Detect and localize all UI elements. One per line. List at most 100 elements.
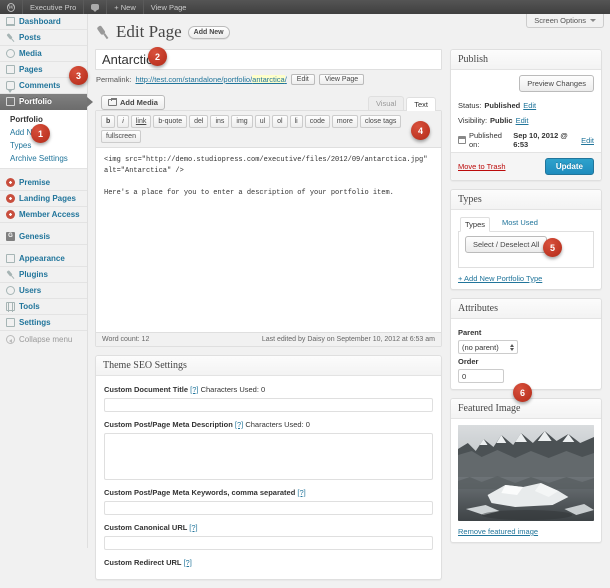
visibility-label: Visibility: [458, 116, 488, 125]
sidebar-subitem-types[interactable]: Types [10, 139, 87, 152]
secondary-column: Publish Preview Changes Status: Publishe… [450, 49, 602, 588]
toolbar-ul-button[interactable]: ul [254, 115, 271, 128]
toolbar-more-button[interactable]: more [331, 115, 358, 128]
remove-featured-image-link[interactable]: Remove featured image [458, 527, 538, 536]
tab-text[interactable]: Text [406, 97, 436, 111]
annotation-badge-2: 2 [148, 47, 167, 66]
move-to-trash-link[interactable]: Move to Trash [458, 162, 506, 171]
sidebar-item-member-access[interactable]: Member Access [0, 207, 87, 223]
view-page-label: View Page [150, 2, 187, 12]
tab-types[interactable]: Types [460, 217, 491, 232]
seo-fields: Custom Document Title [?] Characters Use… [96, 376, 441, 579]
seo-label: Custom Post/Page Meta Keywords, comma se… [104, 488, 433, 497]
editor-footer: Word count: 12 Last edited by Daisy on S… [96, 332, 441, 346]
sidebar-item-premise[interactable]: Premise [0, 175, 87, 191]
visibility-edit-link[interactable]: Edit [516, 116, 529, 125]
comments-button[interactable] [84, 0, 106, 14]
sidebar-item-settings[interactable]: Settings [0, 315, 87, 331]
premise-icon [6, 178, 15, 187]
collapse-menu-button[interactable]: Collapse menu [0, 331, 87, 348]
visibility-value: Public [490, 116, 513, 125]
new-content-menu[interactable]: + New [107, 0, 142, 14]
sidebar-subitem-portfolio[interactable]: Portfolio [10, 113, 87, 126]
publish-visibility-row: Visibility: Public Edit [451, 113, 601, 128]
add-media-button[interactable]: Add Media [101, 95, 165, 110]
sidebar-item-appearance[interactable]: Appearance [0, 251, 87, 267]
publish-actions: Move to Trash Update [451, 152, 601, 180]
sidebar-item-dashboard[interactable]: Dashboard [0, 14, 87, 30]
seo-field-meta-description: Custom Post/Page Meta Description [?] Ch… [96, 412, 441, 480]
seo-document-title-input[interactable] [104, 398, 433, 412]
toolbar-del-button[interactable]: del [189, 115, 209, 128]
add-new-portfolio-type-link[interactable]: + Add New Portfolio Type [458, 274, 542, 283]
genesis-icon: G [6, 232, 15, 241]
attributes-body: Parent (no parent) Order 0 [451, 319, 601, 389]
seo-meta-keywords-input[interactable] [104, 501, 433, 515]
sidebar-item-landing-pages[interactable]: Landing Pages [0, 191, 87, 207]
update-button[interactable]: Update [544, 158, 594, 175]
view-page-link[interactable]: View Page [144, 0, 194, 14]
comment-icon [6, 81, 15, 93]
sidebar-item-users[interactable]: Users [0, 283, 87, 299]
help-icon[interactable]: [?] [190, 385, 198, 394]
wordpress-logo-button[interactable]: W [0, 0, 22, 14]
toolbar-italic-button[interactable]: i [117, 115, 129, 128]
seo-label: Custom Document Title [?] Characters Use… [104, 385, 433, 394]
published-on-edit-link[interactable]: Edit [581, 136, 594, 145]
help-icon[interactable]: [?] [235, 420, 243, 429]
screen-options-tab[interactable]: Screen Options [526, 14, 604, 28]
seo-meta-description-textarea[interactable] [104, 433, 433, 480]
toolbar-close-tags-button[interactable]: close tags [359, 115, 402, 128]
seo-field-label: Custom Canonical URL [104, 523, 188, 532]
sidebar-item-genesis[interactable]: G Genesis [0, 229, 87, 245]
sidebar-subitem-archive-settings[interactable]: Archive Settings [10, 152, 87, 165]
order-input[interactable]: 0 [458, 369, 504, 383]
view-page-button[interactable]: View Page [318, 74, 365, 85]
post-title-input[interactable]: Antarctica [95, 49, 442, 70]
seo-label: Custom Canonical URL [?] [104, 523, 433, 532]
permalink-link[interactable]: http://test.com/standalone/portfolio/ant… [135, 75, 287, 84]
status-edit-link[interactable]: Edit [523, 101, 536, 110]
editor-container: Add Media Visual Text b i link b-quote d… [95, 90, 442, 347]
antarctica-mountains-photo [458, 425, 594, 521]
editor-toolbar: b i link b-quote del ins img ul ol li co… [96, 111, 441, 148]
toolbar-ol-button[interactable]: ol [272, 115, 288, 128]
sidebar-item-media[interactable]: Media [0, 46, 87, 62]
sidebar-item-portfolio[interactable]: Portfolio [0, 94, 93, 110]
sidebar-label: Settings [19, 318, 51, 327]
featured-image-thumbnail[interactable] [458, 425, 594, 521]
select-deselect-all-button[interactable]: Select / Deselect All [465, 236, 548, 253]
help-icon[interactable]: [?] [297, 488, 305, 497]
sidebar-item-tools[interactable]: Tools [0, 299, 87, 315]
toolbar-link-button[interactable]: link [130, 115, 152, 128]
tab-visual[interactable]: Visual [367, 96, 405, 110]
appearance-icon [6, 254, 15, 263]
publish-box: Publish Preview Changes Status: Publishe… [450, 49, 602, 181]
toolbar-bold-button[interactable]: b [101, 115, 116, 128]
toolbar-ins-button[interactable]: ins [210, 115, 230, 128]
sidebar-item-posts[interactable]: Posts [0, 30, 87, 46]
help-icon[interactable]: [?] [183, 558, 191, 567]
toolbar-bquote-button[interactable]: b-quote [153, 115, 188, 128]
seo-char-counter: Characters Used: 0 [245, 420, 310, 429]
site-name-menu[interactable]: Executive Pro [23, 0, 83, 14]
sidebar-item-plugins[interactable]: Plugins [0, 267, 87, 283]
editor-panel: b i link b-quote del ins img ul ol li co… [95, 110, 442, 347]
tab-most-used[interactable]: Most Used [498, 216, 542, 231]
toolbar-li-button[interactable]: li [289, 115, 303, 128]
toolbar-img-button[interactable]: img [231, 115, 253, 128]
preview-changes-button[interactable]: Preview Changes [519, 75, 594, 92]
toolbar-code-button[interactable]: code [304, 115, 330, 128]
status-label: Status: [458, 101, 482, 110]
help-icon[interactable]: [?] [189, 523, 197, 532]
status-value: Published [484, 101, 521, 110]
add-new-button[interactable]: Add New [187, 25, 230, 39]
sidebar-group-premise: Premise Landing Pages Member Access [0, 175, 87, 223]
toolbar-fullscreen-button[interactable]: fullscreen [101, 130, 141, 143]
seo-field-label: Custom Redirect URL [104, 558, 182, 567]
edit-permalink-button[interactable]: Edit [290, 74, 315, 85]
editor-textarea[interactable]: <img src="http://demo.studiopress.com/ex… [96, 148, 441, 332]
parent-select[interactable]: (no parent) [458, 340, 518, 354]
main-content: Edit Page Add New Antarctica Permalink: … [89, 14, 610, 580]
users-icon [6, 286, 15, 295]
